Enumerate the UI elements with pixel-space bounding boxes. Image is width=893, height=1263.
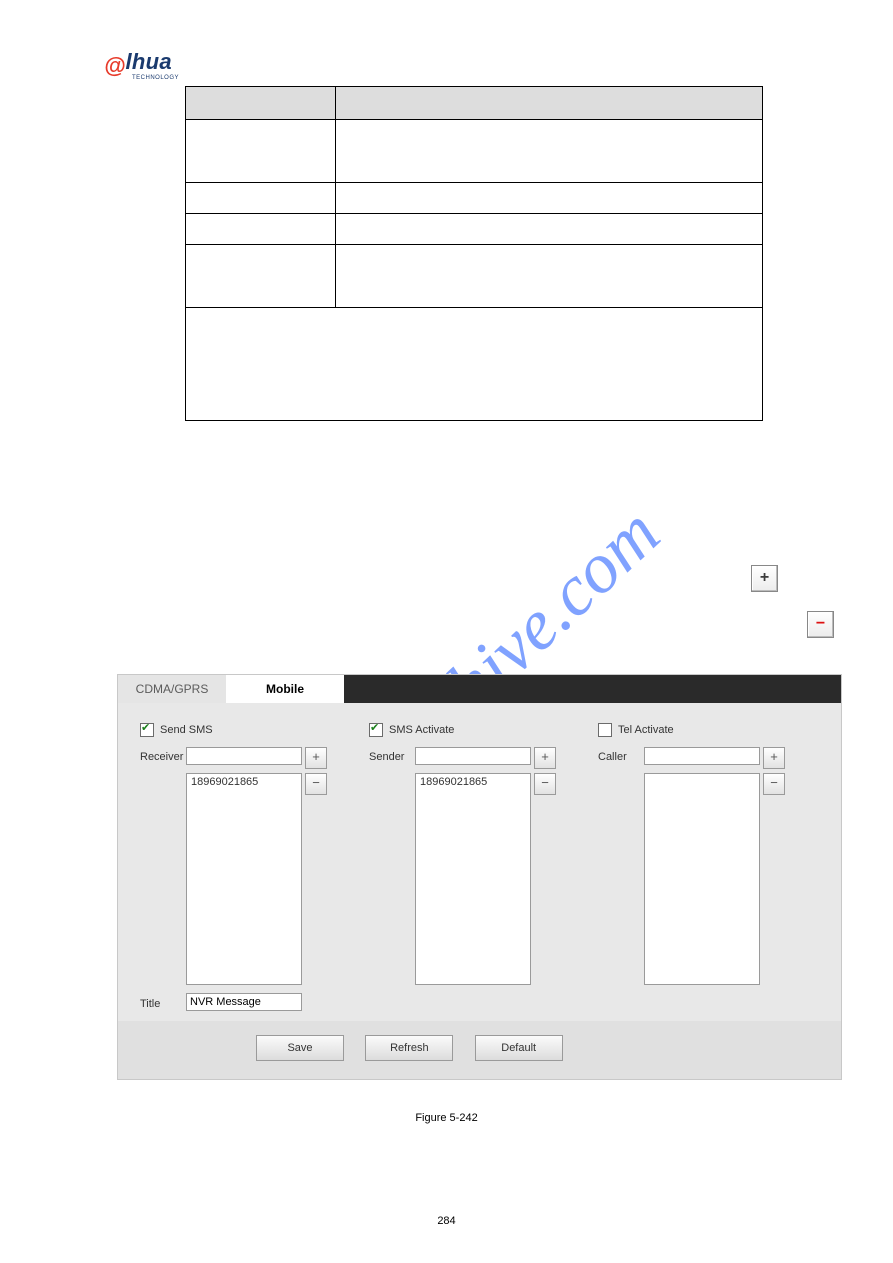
remove-sender-button[interactable]: − (534, 773, 556, 795)
add-caller-button[interactable]: + (763, 747, 785, 769)
col-tel-activate: Tel Activate Caller + − (598, 723, 819, 1011)
checkbox-tel-activate[interactable] (598, 723, 612, 737)
tbl-header-parameter (186, 87, 336, 120)
default-button[interactable]: Default (475, 1035, 563, 1061)
input-caller[interactable] (644, 747, 760, 765)
col-send-sms: Send SMS Receiver + 18969021865 − (140, 723, 361, 1011)
label-sender: Sender (369, 747, 415, 763)
label-tel-activate: Tel Activate (618, 724, 674, 736)
tbl-row-dial-name (186, 183, 336, 214)
refresh-button[interactable]: Refresh (365, 1035, 453, 1061)
tbl-row-dial-desc (336, 183, 763, 214)
minus-icon: − (807, 611, 834, 638)
list-receiver[interactable]: 18969021865 (186, 773, 302, 985)
tbl-row-note (186, 308, 763, 421)
tab-mobile[interactable]: Mobile (226, 675, 344, 703)
logo-subtext: TECHNOLOGY (132, 75, 186, 81)
checkbox-sms-activate[interactable] (369, 723, 383, 737)
label-caller: Caller (598, 747, 644, 763)
tbl-header-description (336, 87, 763, 120)
parameter-table (185, 86, 763, 421)
figure-label: Figure 5-242 (0, 1112, 893, 1124)
list-item[interactable]: 18969021865 (420, 776, 526, 788)
panel-body: Send SMS Receiver + 18969021865 − (118, 703, 841, 1021)
tbl-row-pass-desc (336, 245, 763, 308)
brand-logo: @lhua TECHNOLOGY (104, 49, 186, 77)
mobile-settings-panel: CDMA/GPRS Mobile Send SMS Receiver + (117, 674, 842, 1080)
label-title: Title (140, 994, 186, 1010)
checkbox-send-sms[interactable] (140, 723, 154, 737)
tbl-row-auth-desc (336, 120, 763, 183)
tbl-row-pass-name (186, 245, 336, 308)
remove-receiver-button[interactable]: − (305, 773, 327, 795)
button-row: Save Refresh Default (118, 1021, 841, 1079)
list-item[interactable]: 18969021865 (191, 776, 297, 788)
input-title[interactable] (186, 993, 302, 1011)
tab-bar: CDMA/GPRS Mobile (118, 675, 841, 703)
input-sender[interactable] (415, 747, 531, 765)
save-button[interactable]: Save (256, 1035, 344, 1061)
col-sms-activate: SMS Activate Sender + 18969021865 − (369, 723, 590, 1011)
tbl-row-user-name (186, 214, 336, 245)
tbl-row-user-desc (336, 214, 763, 245)
tab-cdma-gprs[interactable]: CDMA/GPRS (118, 675, 226, 703)
list-sender[interactable]: 18969021865 (415, 773, 531, 985)
label-sms-activate: SMS Activate (389, 724, 454, 736)
remove-caller-button[interactable]: − (763, 773, 785, 795)
logo-text: lhua (125, 49, 171, 74)
plus-icon: + (751, 565, 778, 592)
label-receiver: Receiver (140, 747, 186, 763)
page-number: 284 (0, 1215, 893, 1227)
label-send-sms: Send SMS (160, 724, 213, 736)
add-receiver-button[interactable]: + (305, 747, 327, 769)
tbl-row-auth-name (186, 120, 336, 183)
list-caller[interactable] (644, 773, 760, 985)
logo-at-icon: @ (104, 53, 125, 79)
input-receiver[interactable] (186, 747, 302, 765)
add-sender-button[interactable]: + (534, 747, 556, 769)
